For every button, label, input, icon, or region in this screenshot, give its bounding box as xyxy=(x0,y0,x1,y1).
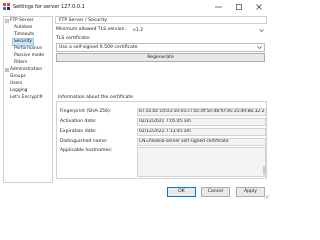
cancel-button[interactable]: Cancel xyxy=(201,187,230,197)
ok-button[interactable]: OK xyxy=(167,187,196,197)
tls-certificate-dropdown[interactable]: Use a self-signed X.509 certificate xyxy=(56,43,265,52)
close-button[interactable] xyxy=(249,0,271,14)
fingerprint-label: Fingerprint (SHA-256): xyxy=(60,109,112,114)
expiration-date-value[interactable]: 02/12/2022 7:13:45 am xyxy=(137,128,266,136)
tls-certificate-value: Use a self-signed X.509 certificate xyxy=(59,45,138,50)
page-heading: FTP Server / Security xyxy=(55,16,267,24)
tls-certificate-label: TLS certificate: xyxy=(56,36,91,41)
apply-label: Apply xyxy=(244,189,257,194)
page-title: FTP Server / Security xyxy=(59,17,107,23)
maximize-button[interactable] xyxy=(229,0,251,14)
tree-item-label: Administration xyxy=(10,67,43,72)
expiration-date-label: Expiration date: xyxy=(60,129,97,134)
tree-item-label: Passive mode xyxy=(14,53,45,58)
min-tls-version-dropdown[interactable]: v1.2 xyxy=(130,26,267,35)
activation-date-value[interactable]: 02/12/2021 7:05:45 am xyxy=(137,118,266,126)
fingerprint-value[interactable]: b7:a5:bc:cd:03:50:e5:c7:bc:df:5e:d8:f0:5… xyxy=(137,108,266,116)
tree-item-label: Let's Encrypt® xyxy=(10,95,43,100)
regenerate-button[interactable]: Regenerate xyxy=(56,53,265,62)
minimize-button[interactable] xyxy=(208,0,230,14)
tree-item-label: FTP Server xyxy=(10,18,34,23)
tree-item-label: Filters xyxy=(14,60,28,65)
distinguished-name-label: Distinguished name: xyxy=(60,139,108,144)
tree-item-label: Logging xyxy=(10,88,28,93)
tree-item-label: Users xyxy=(10,81,23,86)
cert-info-title: Information about the certificate xyxy=(58,95,133,100)
settings-tree[interactable]: FTP Server Autoban Timeouts Security Per… xyxy=(3,16,53,183)
activation-date-label: Activation date: xyxy=(60,119,97,124)
min-tls-version-value: v1.2 xyxy=(133,28,144,33)
tree-item-label: Autoban xyxy=(14,25,33,30)
tree-item-label: Security xyxy=(11,38,35,46)
chevron-down-icon xyxy=(257,46,262,49)
applicable-hostnames-label: Applicable hostnames: xyxy=(60,148,113,153)
filezilla-server-icon xyxy=(3,3,10,10)
tree-item-label: Performance xyxy=(14,46,42,51)
chevron-down-icon xyxy=(259,29,264,32)
window-title: Settings for server 127.0.0.1 xyxy=(13,4,85,10)
cancel-label: Cancel xyxy=(207,189,224,194)
collapse-icon[interactable] xyxy=(5,19,9,23)
security-settings-panel: FTP Server / Security Minimum allowed TL… xyxy=(54,16,267,181)
settings-window: Settings for server 127.0.0.1 FTP Server… xyxy=(0,0,270,200)
expand-icon[interactable] xyxy=(5,68,9,72)
apply-button[interactable]: Apply xyxy=(236,187,265,197)
tree-item-label: Timeouts xyxy=(14,32,35,37)
scrollbar-thumb[interactable] xyxy=(263,166,265,175)
tree-item-label: Groups xyxy=(10,74,26,79)
title-bar[interactable]: Settings for server 127.0.0.1 xyxy=(0,0,270,14)
minimize-icon xyxy=(215,6,222,8)
certificate-info-box: Fingerprint (SHA-256): b7:a5:bc:cd:03:50… xyxy=(56,101,267,179)
close-icon xyxy=(256,4,262,10)
distinguished-name-value[interactable]: CN=filezilla-server self signed certific… xyxy=(137,138,266,146)
resize-grip-icon[interactable] xyxy=(264,194,269,199)
ok-label: OK xyxy=(178,189,185,194)
applicable-hostnames-value[interactable] xyxy=(137,147,266,177)
maximize-icon xyxy=(236,4,242,10)
regenerate-label: Regenerate xyxy=(147,55,174,60)
